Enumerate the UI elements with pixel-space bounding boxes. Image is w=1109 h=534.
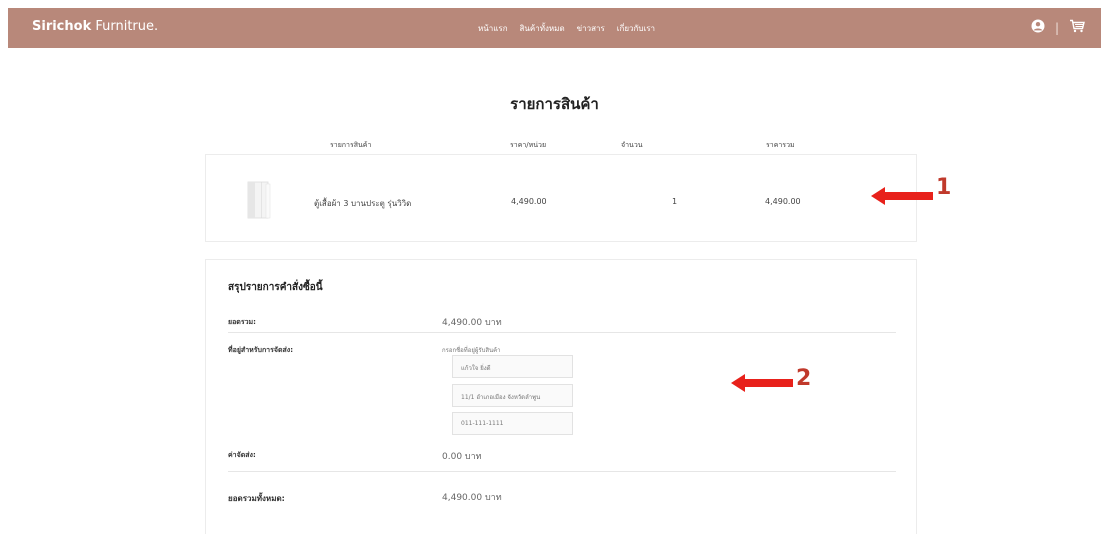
top-navbar: Sirichok Furnitrue. หน้าแรก สินค้าทั้งหม… xyxy=(8,8,1101,48)
col-header-product: รายการสินค้า xyxy=(330,141,372,149)
grand-total-value: 4,490.00 บาท xyxy=(442,493,502,503)
cart-item-row: ตู้เสื้อผ้า 3 บานประตู รุ่นวิวิด 4,490.0… xyxy=(205,154,917,242)
wardrobe-image[interactable] xyxy=(246,181,272,219)
nav-home[interactable]: หน้าแรก xyxy=(478,22,508,35)
summary-title: สรุปรายการคำสั่งซื้อนี้ xyxy=(228,282,323,293)
nav-about[interactable]: เกี่ยวกับเรา xyxy=(617,22,655,35)
product-total: 4,490.00 xyxy=(765,197,801,206)
product-qty: 1 xyxy=(672,197,678,206)
product-name: ตู้เสื้อผ้า 3 บานประตู รุ่นวิวิด xyxy=(314,199,412,208)
divider xyxy=(228,332,896,333)
subtotal-value: 4,490.00 บาท xyxy=(442,318,502,328)
product-unit-price: 4,490.00 xyxy=(511,197,547,206)
phone-field[interactable]: 011-111-1111 xyxy=(452,412,573,435)
brand-name-bold: Sirichok xyxy=(32,19,92,34)
header-actions: | xyxy=(1031,18,1085,37)
col-header-unit-price: ราคา/หน่วย xyxy=(510,141,547,149)
address-caption: กรอกชื่อที่อยู่ผู้รับสินค้า xyxy=(442,347,501,354)
annotation-number-2: 2 xyxy=(796,366,812,391)
header-separator: | xyxy=(1054,20,1059,35)
nav-news[interactable]: ข่าวสาร xyxy=(577,22,605,35)
recipient-name-field[interactable]: แก้วใจ ยิ่งดี xyxy=(452,355,573,378)
subtotal-label: ยอดรวม: xyxy=(228,318,256,326)
order-summary: สรุปรายการคำสั่งซื้อนี้ ยอดรวม: 4,490.00… xyxy=(205,259,917,534)
brand-logo[interactable]: Sirichok Furnitrue. xyxy=(32,19,158,34)
cart-icon[interactable] xyxy=(1069,18,1085,37)
page-title: รายการสินค้า xyxy=(510,95,599,113)
brand-name-rest: Furnitrue. xyxy=(91,19,159,34)
user-icon[interactable] xyxy=(1031,18,1045,37)
col-header-qty: จำนวน xyxy=(621,141,643,149)
address-line-field[interactable]: 11/1 อำเภอเมือง จังหวัดลำพูน xyxy=(452,384,573,407)
annotation-number-1: 1 xyxy=(936,175,952,200)
shipping-fee-value: 0.00 บาท xyxy=(442,452,482,462)
shipping-fee-label: ค่าจัดส่ง: xyxy=(228,451,256,459)
grand-total-label: ยอดรวมทั้งหมด: xyxy=(228,494,285,503)
annotation-arrow-2 xyxy=(731,374,793,392)
divider xyxy=(228,471,896,472)
nav-all-products[interactable]: สินค้าทั้งหมด xyxy=(520,22,565,35)
shipping-address-label: ที่อยู่สำหรับการจัดส่ง: xyxy=(228,346,294,354)
main-nav: หน้าแรก สินค้าทั้งหมด ข่าวสาร เกี่ยวกับเ… xyxy=(478,22,655,35)
col-header-total: ราคารวม xyxy=(766,141,795,149)
annotation-arrow-1 xyxy=(871,187,933,205)
